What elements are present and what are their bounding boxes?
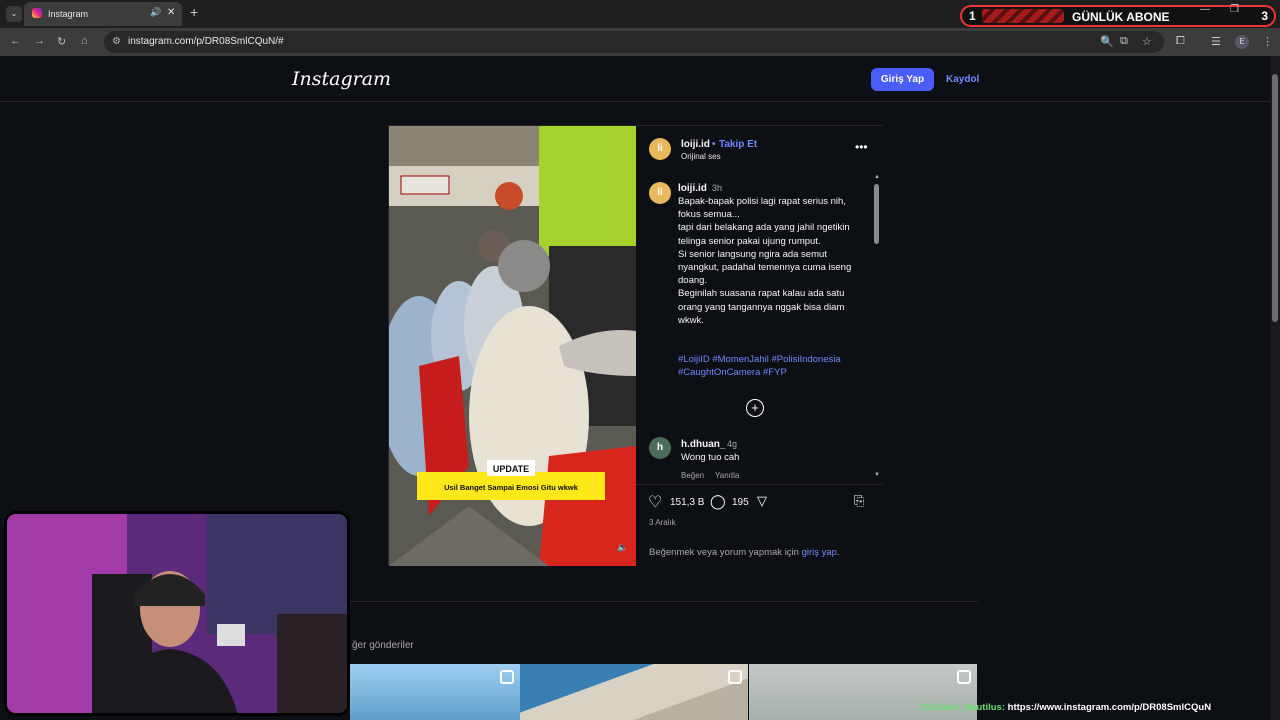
bookmark-star-icon[interactable]: ☆ bbox=[1142, 35, 1152, 48]
comment-reply-link[interactable]: Yanıtla bbox=[715, 471, 739, 480]
likes-count[interactable]: 151,3 B bbox=[670, 497, 704, 508]
reel-icon bbox=[728, 670, 742, 684]
comment-like-link[interactable]: Beğen bbox=[681, 471, 704, 480]
caption-line: Si senior langsung ngira ada semut nyang… bbox=[678, 248, 852, 287]
menu-icon[interactable]: ⋮ bbox=[1262, 35, 1273, 48]
browser-tab[interactable]: Instagram 🔊 ✕ bbox=[24, 2, 182, 26]
goal-progress-bar bbox=[982, 9, 1064, 23]
chat-message: 31Ceken_Nautilus: https://www.instagram.… bbox=[920, 702, 1211, 713]
follow-separator: • bbox=[712, 139, 716, 150]
caption-time: 3h bbox=[712, 183, 723, 193]
speaker-icon[interactable]: 🔊 bbox=[150, 7, 161, 18]
minimize-icon[interactable]: — bbox=[1200, 4, 1210, 15]
caption-text: Bapak-bapak polisi lagi rapat serius nih… bbox=[678, 195, 863, 327]
comments-scrollbar[interactable]: ▲ ▼ bbox=[874, 174, 880, 480]
caption-username[interactable]: loiji.id bbox=[678, 183, 707, 194]
page-scrollbar-thumb[interactable] bbox=[1272, 74, 1278, 322]
load-more-comments-icon[interactable]: + bbox=[746, 399, 764, 417]
share-icon[interactable]: ▽ bbox=[757, 493, 767, 509]
goal-target: 3 bbox=[1261, 9, 1268, 23]
commenter-avatar[interactable]: h bbox=[649, 437, 671, 459]
signup-link[interactable]: Kaydol bbox=[946, 74, 979, 85]
video-caption: Usil Banget Sampai Emosi Gitu wkwk bbox=[444, 483, 579, 492]
goal-label: GÜNLÜK ABONE bbox=[1072, 10, 1170, 24]
site-info-icon[interactable]: ⚙ bbox=[112, 36, 121, 47]
video-badge: UPDATE bbox=[493, 464, 529, 474]
chat-user: 31Ceken_Nautilus: bbox=[920, 702, 1006, 713]
install-icon[interactable]: ⧉ bbox=[1120, 35, 1128, 48]
action-bar: ♡ 151,3 B ◯ 195 ▽ ⎘ 3 Aralık Beğenmek ve… bbox=[636, 484, 883, 566]
tab-strip: ⌄ Instagram 🔊 ✕ + 1 GÜNLÜK ABONE 3 — ❐ bbox=[0, 0, 1280, 28]
url-text[interactable]: instagram.com/p/DR08SmlCQuN/# bbox=[128, 36, 284, 47]
login-note-prefix: Beğenmek veya yorum yapmak için bbox=[649, 547, 802, 558]
login-to-interact-note: Beğenmek veya yorum yapmak için giriş ya… bbox=[649, 547, 840, 558]
instagram-header: Instagram Giriş Yap Kaydol bbox=[0, 56, 1270, 102]
comment-icon[interactable]: ◯ bbox=[710, 493, 726, 510]
comments-scrollbar-thumb[interactable] bbox=[874, 184, 879, 244]
subscriber-goal-banner: 1 GÜNLÜK ABONE 3 bbox=[960, 5, 1276, 27]
page-scrollbar[interactable] bbox=[1270, 56, 1280, 720]
webcam-frame bbox=[7, 514, 347, 713]
maximize-icon[interactable]: ❐ bbox=[1230, 4, 1239, 15]
zoom-icon[interactable]: 🔍 bbox=[1100, 35, 1114, 48]
new-tab-button[interactable]: + bbox=[190, 4, 198, 20]
back-icon[interactable]: ← bbox=[10, 35, 21, 47]
reel-icon bbox=[957, 670, 971, 684]
section-divider bbox=[292, 601, 978, 602]
tab-title: Instagram bbox=[48, 9, 89, 19]
tab-search-button[interactable]: ⌄ bbox=[6, 6, 22, 22]
login-note-suffix: . bbox=[836, 547, 840, 558]
save-bookmark-icon[interactable]: ⎘ bbox=[854, 493, 864, 509]
commenter-username[interactable]: h.dhuan_ bbox=[681, 439, 725, 450]
close-tab-icon[interactable]: ✕ bbox=[167, 7, 175, 18]
comment-time: 4g bbox=[727, 439, 738, 449]
reel-icon bbox=[500, 670, 514, 684]
forward-icon[interactable]: → bbox=[34, 35, 45, 47]
post-date: 3 Aralık bbox=[649, 518, 676, 527]
like-heart-icon[interactable]: ♡ bbox=[648, 492, 662, 512]
home-icon[interactable]: ⌂ bbox=[81, 35, 88, 47]
instagram-favicon-icon bbox=[32, 8, 42, 18]
login-button[interactable]: Giriş Yap bbox=[871, 68, 934, 91]
comments-count: 195 bbox=[732, 497, 749, 508]
goal-current: 1 bbox=[969, 9, 976, 23]
more-options-icon[interactable]: ••• bbox=[855, 140, 868, 154]
caption-line: Bapak-bapak polisi lagi rapat serius nih… bbox=[678, 196, 846, 221]
webcam-overlay bbox=[4, 511, 350, 716]
scroll-down-icon[interactable]: ▼ bbox=[874, 472, 880, 478]
post-video[interactable]: UPDATE Usil Banget Sampai Emosi Gitu wkw… bbox=[389, 126, 636, 566]
audio-label[interactable]: Orijinal ses bbox=[681, 152, 721, 161]
browser-toolbar: ← → ↻ ⌂ ⚙ instagram.com/p/DR08SmlCQuN/# … bbox=[0, 28, 1280, 56]
chat-text: https://www.instagram.com/p/DR08SmlCQuN bbox=[1005, 702, 1212, 713]
scroll-up-icon[interactable]: ▲ bbox=[874, 174, 880, 180]
post-card: UPDATE Usil Banget Sampai Emosi Gitu wkw… bbox=[388, 125, 883, 566]
related-post-thumb[interactable] bbox=[520, 664, 748, 720]
more-posts-label: ğer gönderiler bbox=[352, 640, 414, 651]
address-bar[interactable]: ⚙ instagram.com/p/DR08SmlCQuN/# 🔍 ⧉ ☆ bbox=[104, 31, 1164, 53]
follow-link[interactable]: Takip Et bbox=[719, 139, 757, 150]
reload-icon[interactable]: ↻ bbox=[57, 35, 66, 48]
caption-line: Beginilah suasana rapat kalau ada satu o… bbox=[678, 288, 845, 326]
instagram-logo[interactable]: Instagram bbox=[292, 68, 391, 90]
reading-list-icon[interactable]: ☰ bbox=[1211, 35, 1221, 48]
caption-avatar[interactable]: li bbox=[649, 182, 671, 204]
related-post-thumb[interactable] bbox=[350, 664, 520, 720]
author-avatar[interactable]: li bbox=[649, 138, 671, 160]
caption-line: tapi dari belakang ada yang jahil ngetik… bbox=[678, 222, 850, 247]
profile-avatar[interactable]: E bbox=[1235, 35, 1249, 49]
comment-text: Wong tuo cah bbox=[681, 452, 740, 463]
hashtags[interactable]: #LoijiID #MomenJahil #PolisiIndonesia #C… bbox=[678, 353, 863, 379]
video-frame: UPDATE Usil Banget Sampai Emosi Gitu wkw… bbox=[389, 126, 636, 566]
mute-icon[interactable]: 🔈 bbox=[617, 542, 628, 553]
post-details: li loiji.id • Takip Et Orijinal ses ••• … bbox=[636, 126, 883, 566]
author-username[interactable]: loiji.id bbox=[681, 139, 710, 150]
login-note-link[interactable]: giriş yap bbox=[802, 547, 837, 558]
extensions-icon[interactable]: ⧠ bbox=[1176, 35, 1185, 48]
